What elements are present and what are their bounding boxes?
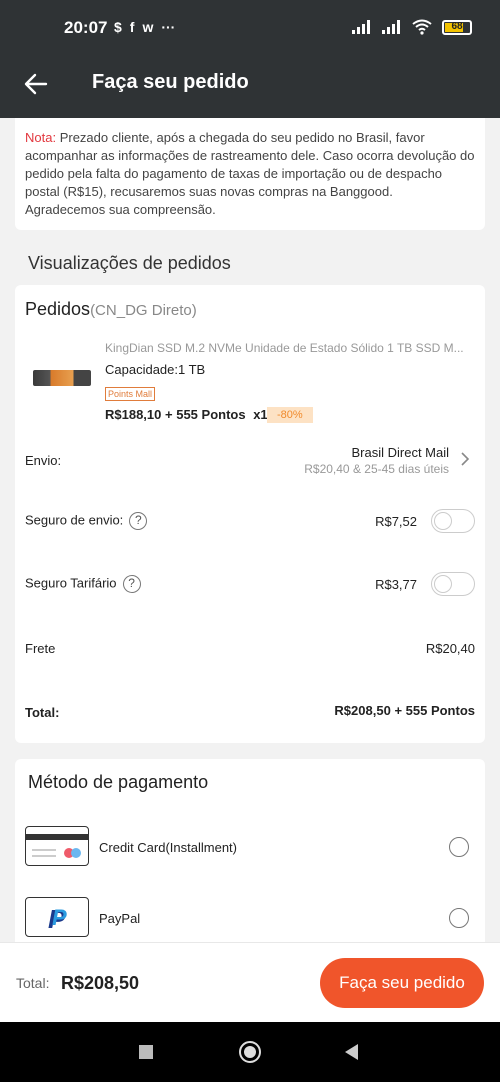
back-arrow-icon[interactable] [22,70,50,98]
shipping-insurance-row: Seguro de envio:? [25,512,148,530]
recent-apps-icon[interactable] [139,1045,153,1059]
payment-card: Método de pagamento Credit Card(Installm… [15,759,485,949]
system-back-icon[interactable] [345,1044,358,1060]
radio-credit-card[interactable] [449,837,469,857]
notification-icons: $ f w ··· [114,19,175,35]
orders-card: Pedidos(CN_DG Direto) KingDian SSD M.2 N… [15,285,485,743]
signal-icon [352,20,370,34]
signal-2-icon [382,20,400,34]
product-points: + 555 Pontos [165,407,246,422]
status-bar: 20:07 $ f w ··· 68 [0,0,500,58]
shipping-insurance-label: Seguro de envio: [25,512,124,528]
wifi-icon [412,19,432,35]
freight-label: Frete [25,641,56,656]
payment-method-paypal[interactable]: PayPal [99,911,140,926]
warehouse-label: (CN_DG Direto) [90,302,197,319]
discount-badge: -80% [267,407,313,423]
shipping-label: Envio: [25,453,62,468]
app-bar: Faça seu pedido [0,58,500,118]
tariff-insurance-row: Seguro Tarifário? [25,575,141,593]
help-icon[interactable]: ? [122,575,141,593]
payment-method-credit-card[interactable]: Credit Card(Installment) [99,840,237,855]
product-image[interactable] [33,370,91,386]
help-icon[interactable]: ? [129,512,148,530]
order-total-points: + 555 Pontos [394,703,475,718]
payment-title: Método de pagamento [28,772,209,792]
tariff-insurance-value: R$3,77 [375,577,417,592]
freight-value: R$20,40 [425,641,475,656]
status-right: 68 [352,19,472,35]
w-app-icon: w [142,19,154,35]
product-price-row: R$188,10 + 555 Pontos x1 [105,407,268,422]
shipping-method-selector[interactable]: Brasil Direct Mail R$20,40 & 25-45 dias … [304,445,449,476]
page-title: Faça seu pedido [92,71,249,93]
checkout-total-label: Total: [16,975,50,991]
points-mall-badge: Points Mall [105,387,156,401]
orders-heading: Pedidos(CN_DG Direto) [25,299,197,320]
checkout-bar: Total: R$208,50 Faça seu pedido [0,942,500,1022]
notice-label: Nota: [25,130,57,145]
more-notifications-icon: ··· [161,19,176,35]
paypal-icon: PP [25,897,89,937]
facebook-icon: f [129,19,135,35]
orders-section-title: Visualizações de pedidos [28,253,231,273]
shipping-insurance-value: R$7,52 [375,514,417,529]
product-capacity: Capacidade:1 TB [105,362,206,377]
checkout-total-value: R$208,50 [61,973,140,993]
radio-paypal[interactable] [449,908,469,928]
order-total-value: R$208,50 [334,703,391,718]
notice-card: Nota: Prezado cliente, após a chegada do… [15,118,485,230]
order-total-row: R$208,50 + 555 Pontos [334,703,475,718]
tariff-insurance-label: Seguro Tarifário [25,575,117,591]
chevron-right-icon[interactable] [459,452,471,466]
product-price: R$188,10 [105,407,162,422]
notice-text: Prezado cliente, após a chegada do seu p… [25,130,475,217]
tariff-insurance-toggle[interactable] [431,572,475,596]
svg-text:P: P [52,905,67,930]
system-nav-bar [0,1022,500,1082]
order-total-label: Total: [25,705,60,720]
shipping-method: Brasil Direct Mail [351,445,449,460]
product-name[interactable]: KingDian SSD M.2 NVMe Unidade de Estado … [105,341,470,355]
home-icon[interactable] [239,1041,261,1063]
battery-level: 68 [451,20,463,32]
orders-heading-label: Pedidos [25,299,91,319]
shop-app-icon: $ [114,19,122,35]
shipping-detail: R$20,40 & 25-45 dias úteis [304,462,449,476]
credit-card-icon [25,826,89,866]
battery-icon: 68 [442,19,472,35]
product-quantity: x1 [253,407,268,422]
shipping-insurance-toggle[interactable] [431,509,475,533]
place-order-button[interactable]: Faça seu pedido [320,958,484,1008]
status-time: 20:07 [64,18,108,37]
